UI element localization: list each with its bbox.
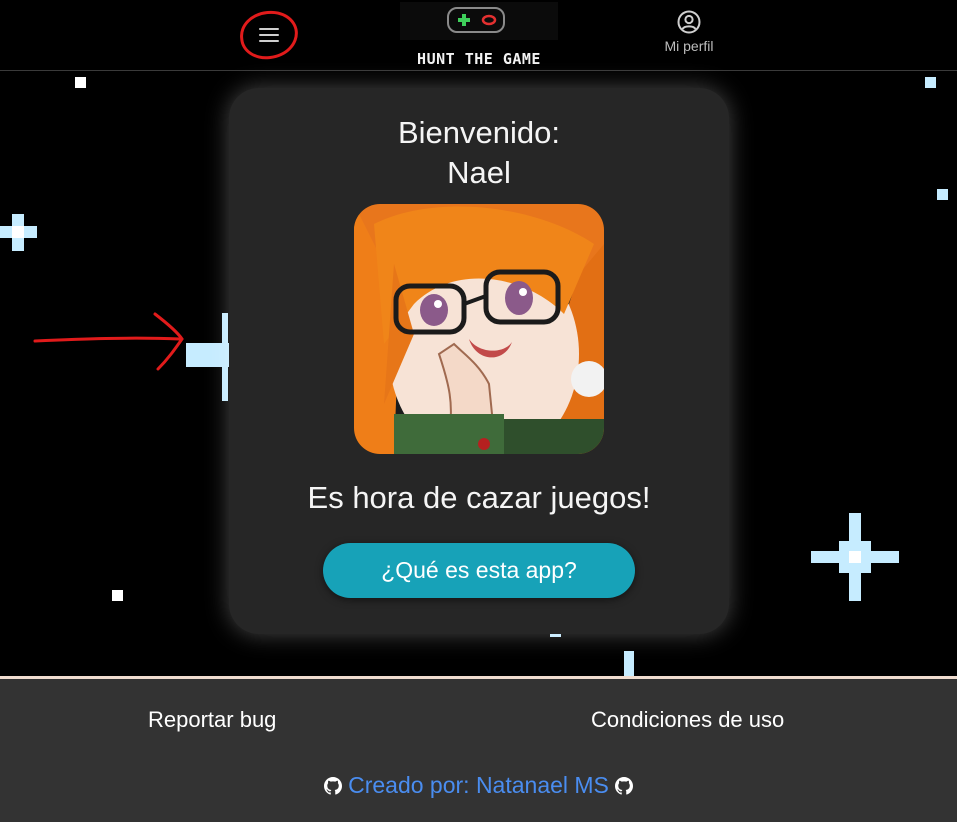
annotation-arrow — [33, 312, 184, 371]
github-icon — [614, 777, 633, 795]
star-dot — [624, 651, 634, 676]
report-bug-link[interactable]: Reportar bug — [148, 707, 276, 733]
logo-text: HUNT THE GAME — [417, 50, 541, 68]
welcome-card: Bienvenido: Nael Es hora de cazar juegos… — [229, 88, 729, 634]
welcome-heading: Bienvenido: Nael — [229, 113, 729, 193]
welcome-label: Bienvenido: — [397, 115, 560, 150]
about-app-button[interactable]: ¿Qué es esta app? — [323, 543, 635, 598]
star-dot — [75, 77, 86, 88]
footer: Reportar bug Condiciones de uso Creado p… — [0, 676, 957, 822]
profile-link[interactable]: Mi perfil — [650, 10, 728, 60]
hamburger-menu-icon — [259, 28, 279, 46]
cross-star — [186, 313, 234, 401]
user-name: Nael — [447, 155, 511, 190]
terms-of-use-link[interactable]: Condiciones de uso — [591, 707, 784, 733]
github-icon — [324, 777, 343, 795]
menu-button[interactable] — [248, 20, 290, 50]
cross-star — [0, 214, 37, 251]
user-circle-icon — [677, 10, 701, 34]
tagline: Es hora de cazar juegos! — [307, 480, 651, 515]
gamepad-icon — [447, 7, 505, 33]
top-navbar: HUNT THE GAME Mi perfil — [0, 0, 957, 71]
star-dot — [937, 189, 948, 200]
user-avatar — [354, 204, 604, 454]
credit-line: Creado por: Natanael MS — [0, 772, 957, 799]
star-dot — [925, 77, 936, 88]
cross-star — [811, 513, 899, 601]
avatar-illustration — [354, 204, 604, 454]
page: HUNT THE GAME Mi perfil Bienvenido: Nael… — [0, 0, 957, 822]
credit-link[interactable]: Creado por: Natanael MS — [348, 772, 609, 798]
app-logo[interactable]: HUNT THE GAME — [400, 2, 558, 68]
profile-label: Mi perfil — [664, 38, 714, 54]
star-dot — [112, 590, 123, 601]
